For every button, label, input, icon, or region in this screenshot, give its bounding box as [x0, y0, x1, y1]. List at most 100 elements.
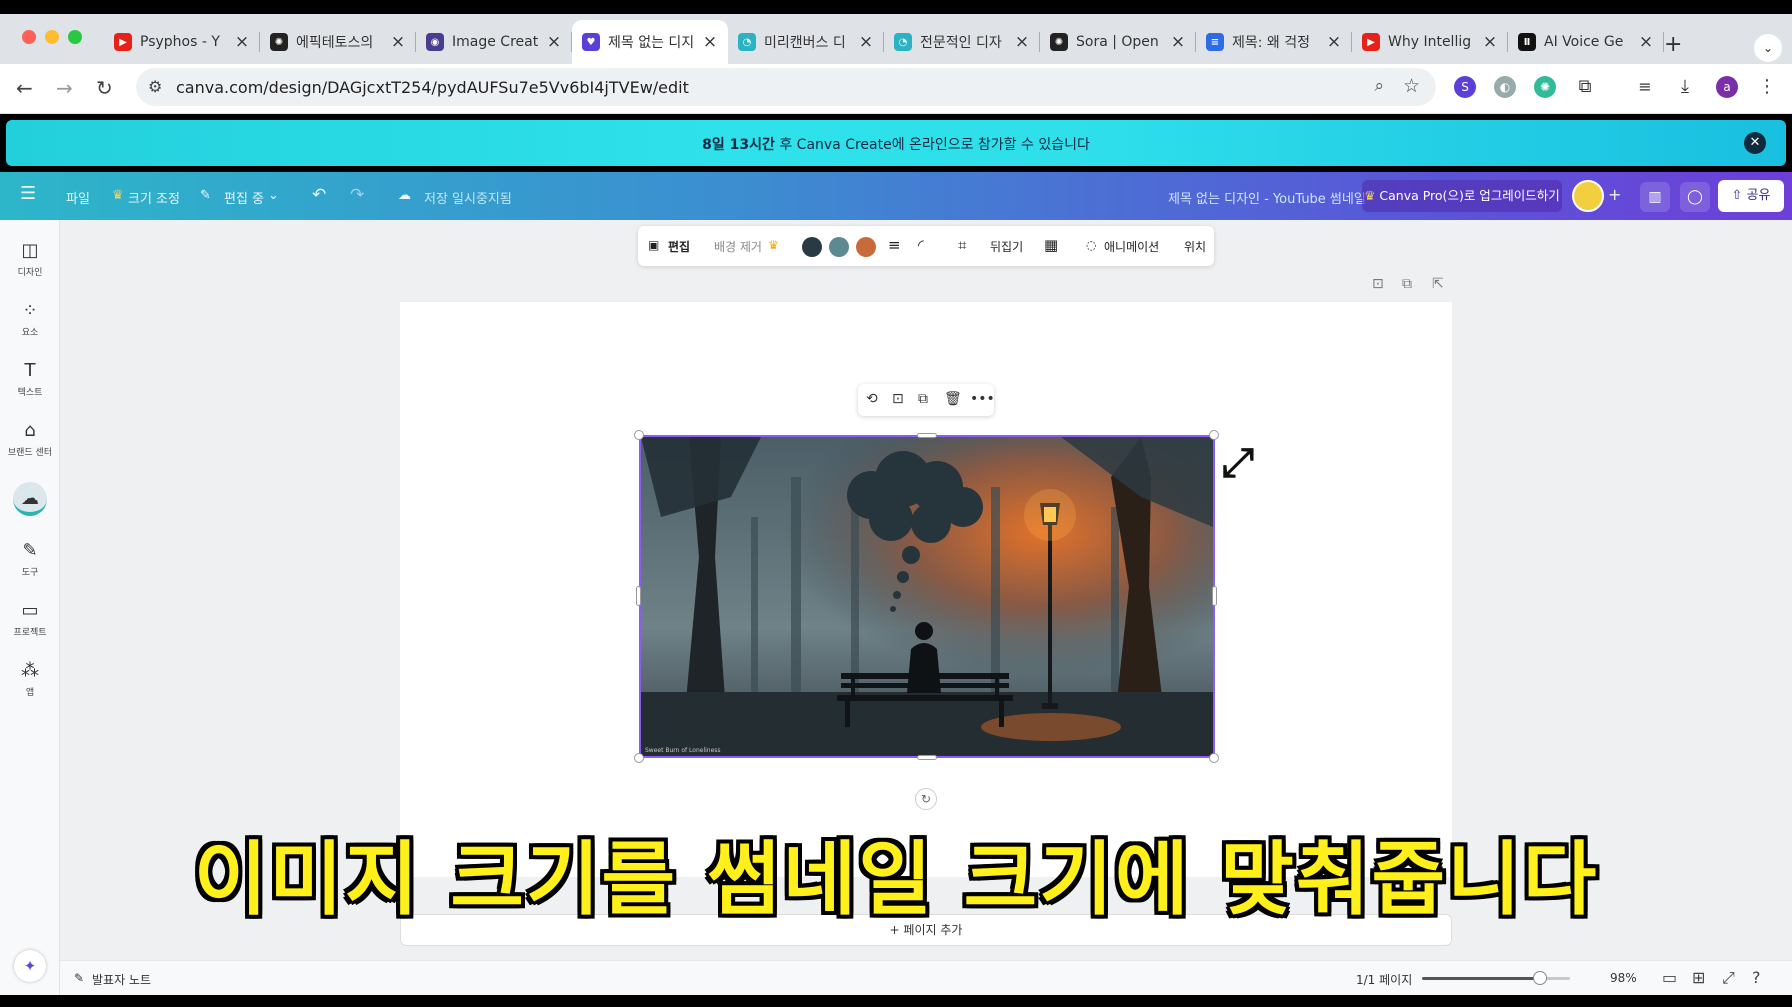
more-options-icon[interactable]: •••	[970, 391, 995, 407]
redo-button[interactable]: ↷	[350, 185, 364, 205]
extension-chat-icon[interactable]: ✺	[1534, 76, 1556, 98]
back-button[interactable]: ←	[16, 76, 33, 100]
sidebar-item-design[interactable]: ◫ 디자인	[0, 240, 60, 279]
url-text[interactable]: canva.com/design/DAGjcxtT254/pydAUFSu7e5…	[176, 78, 689, 97]
page-view-icon[interactable]: ▭	[1662, 968, 1677, 987]
browser-tab[interactable]: ◉ Image Creat ×	[416, 20, 572, 64]
close-window-button[interactable]	[22, 30, 36, 44]
animate-button[interactable]: 애니메이션	[1104, 238, 1159, 255]
selected-image[interactable]: Sweet Burn of Loneliness	[639, 435, 1215, 758]
address-bar[interactable]: ⚙ canva.com/design/DAGjcxtT254/pydAUFSu7…	[136, 68, 1436, 106]
browser-tab[interactable]: ✺ 에픽테토스의 ×	[260, 20, 416, 64]
file-menu[interactable]: 파일	[66, 188, 90, 207]
close-tab-icon[interactable]: ×	[1638, 32, 1654, 52]
close-tab-icon[interactable]: ×	[1014, 32, 1030, 52]
upgrade-button[interactable]: ♛ Canva Pro(으)로 업그레이드하기	[1362, 180, 1562, 212]
chevron-down-icon[interactable]: ⌄	[268, 188, 279, 203]
minimize-window-button[interactable]	[45, 30, 59, 44]
sidebar-item-tools[interactable]: ✎ 도구	[0, 540, 60, 579]
zoom-icon[interactable]: ⌕	[1374, 76, 1384, 96]
add-collaborator-icon[interactable]: +	[1608, 185, 1621, 204]
zoom-slider-knob[interactable]	[1533, 971, 1548, 985]
resize-handle-bottom-right[interactable]	[1209, 753, 1219, 763]
browser-tab[interactable]: ♥ 제목 없는 디지 ×	[572, 20, 728, 64]
sidebar-item-uploads[interactable]: ☁	[0, 482, 60, 516]
magic-assistant-button[interactable]: ✦	[14, 950, 46, 982]
fullscreen-icon[interactable]: ⤢	[1722, 968, 1735, 988]
comment-icon[interactable]: ◯	[1680, 182, 1710, 212]
resize-handle-bottom-left[interactable]	[634, 753, 644, 763]
trash-icon[interactable]: 🗑	[944, 391, 962, 407]
resize-handle-left[interactable]	[636, 586, 641, 606]
browser-menu-icon[interactable]: ⋮	[1756, 76, 1778, 98]
grid-view-icon[interactable]: ⊞	[1692, 968, 1705, 987]
reload-button[interactable]: ↻	[96, 76, 113, 100]
speaker-notes-button[interactable]: 발표자 노트	[92, 971, 151, 988]
site-settings-icon[interactable]: ⚙	[148, 77, 162, 96]
resize-handle-right[interactable]	[1212, 586, 1217, 606]
forward-button[interactable]: →	[56, 76, 73, 100]
document-title[interactable]: 제목 없는 디자인 - YouTube 썸네일	[1168, 188, 1366, 207]
maximize-window-button[interactable]	[68, 30, 82, 44]
color-swatch-3[interactable]	[856, 237, 876, 257]
position-button[interactable]: 위치	[1184, 238, 1206, 255]
share-button[interactable]: ⇧ 공유	[1718, 180, 1784, 212]
close-tab-icon[interactable]: ×	[1170, 32, 1186, 52]
close-banner-button[interactable]: ✕	[1744, 132, 1766, 154]
border-style-icon[interactable]: ≡	[888, 236, 901, 254]
crop-icon[interactable]: ⌗	[958, 236, 966, 254]
transparency-icon[interactable]: ▦	[1044, 236, 1058, 254]
sidebar-item-apps[interactable]: ⁂ 앱	[0, 660, 60, 699]
close-tab-icon[interactable]: ×	[390, 32, 406, 52]
bookmark-star-icon[interactable]: ☆	[1403, 75, 1420, 97]
extension-gray-icon[interactable]: ◐	[1494, 76, 1516, 98]
zoom-percentage[interactable]: 98%	[1610, 971, 1637, 985]
color-swatch-2[interactable]	[829, 237, 849, 257]
browser-tab[interactable]: ◔ 전문적인 디자 ×	[884, 20, 1040, 64]
lock-page-icon[interactable]: ⊡	[1372, 276, 1384, 292]
close-tab-icon[interactable]: ×	[858, 32, 874, 52]
resize-button[interactable]: 크기 조정	[128, 188, 180, 207]
close-tab-icon[interactable]: ×	[1326, 32, 1342, 52]
resize-handle-top-right[interactable]	[1209, 430, 1219, 440]
browser-tab[interactable]: ▶ Psyphos - Y ×	[104, 20, 260, 64]
browser-tab[interactable]: ≡ 제목: 왜 걱정 ×	[1196, 20, 1352, 64]
browser-tab[interactable]: ▶ Why Intellig ×	[1352, 20, 1508, 64]
color-swatch-1[interactable]	[802, 237, 822, 257]
lock-icon[interactable]: ⊡	[892, 391, 904, 407]
undo-button[interactable]: ↶	[312, 185, 326, 205]
close-tab-icon[interactable]: ×	[1482, 32, 1498, 52]
background-remove-button[interactable]: 배경 제거	[714, 238, 762, 255]
corner-rounding-icon[interactable]: ◜	[918, 236, 924, 254]
browser-tab[interactable]: ◔ 미리캔버스 디 ×	[728, 20, 884, 64]
tab-search-button[interactable]: ⌄	[1754, 34, 1782, 62]
menu-icon[interactable]: ☰	[20, 183, 36, 204]
edit-image-button[interactable]: 편집	[668, 238, 690, 255]
media-control-icon[interactable]: ≡	[1634, 76, 1656, 98]
resize-handle-top-left[interactable]	[634, 430, 644, 440]
sidebar-item-elements[interactable]: ⁘ 요소	[0, 300, 60, 339]
add-page-icon[interactable]: ⇱	[1432, 276, 1444, 292]
sidebar-item-text[interactable]: T 텍스트	[0, 360, 60, 399]
new-tab-button[interactable]: +	[1664, 32, 1682, 57]
rotate-handle[interactable]: ↻	[915, 788, 937, 810]
sidebar-item-brand[interactable]: ⌂ 브랜드 센터	[0, 420, 60, 459]
profile-avatar[interactable]: a	[1716, 76, 1738, 98]
page-indicator[interactable]: 1/1 페이지	[1356, 971, 1412, 988]
extension-s-icon[interactable]: S	[1454, 76, 1476, 98]
duplicate-icon[interactable]: ⧉	[918, 391, 928, 407]
user-avatar[interactable]	[1572, 180, 1604, 212]
sidebar-item-projects[interactable]: ▭ 프로젝트	[0, 600, 60, 639]
close-tab-icon[interactable]: ×	[702, 32, 718, 52]
insights-chart-icon[interactable]: ▥	[1640, 182, 1670, 212]
rotate-icon[interactable]: ⟲	[866, 391, 878, 407]
close-tab-icon[interactable]: ×	[546, 32, 562, 52]
download-icon[interactable]: ⤓	[1674, 76, 1696, 98]
resize-handle-bottom[interactable]	[917, 755, 937, 760]
browser-tab[interactable]: Ⅱ AI Voice Ge ×	[1508, 20, 1664, 64]
resize-handle-top[interactable]	[917, 433, 937, 438]
duplicate-page-icon[interactable]: ⧉	[1402, 276, 1412, 292]
help-icon[interactable]: ?	[1752, 968, 1761, 987]
zoom-slider[interactable]	[1422, 971, 1570, 985]
flip-button[interactable]: 뒤집기	[990, 238, 1023, 255]
